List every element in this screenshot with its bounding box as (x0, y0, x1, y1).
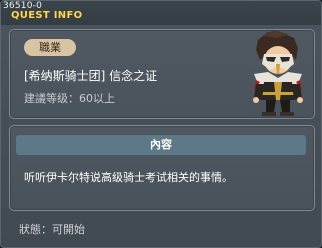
quest-status: 狀態：可開始 (19, 223, 85, 236)
content-text: 听听伊卡尔特说高级骑士考试相关的事情。 (24, 171, 233, 184)
quest-content-panel: 內容 听听伊卡尔特说高级骑士考试相关的事情。 (9, 125, 315, 211)
quest-summary-panel: 職業 [希纳斯骑士团] 信念之证 建議等级：60以上 (9, 29, 315, 119)
job-badge: 職業 (24, 39, 76, 56)
quest-info-window: 36510-0 QUEST INFO 職業 [希纳斯骑士团] 信念之证 建議等级… (0, 0, 322, 248)
level-recommendation: 建議等级：60以上 (24, 92, 115, 105)
content-header: 內容 (16, 135, 306, 155)
title-bar[interactable]: 36510-0 QUEST INFO (1, 1, 321, 25)
masked-knight-npc-icon (253, 30, 303, 116)
window-title: QUEST INFO (11, 10, 83, 21)
quest-name: [希纳斯骑士团] 信念之证 (24, 69, 158, 83)
